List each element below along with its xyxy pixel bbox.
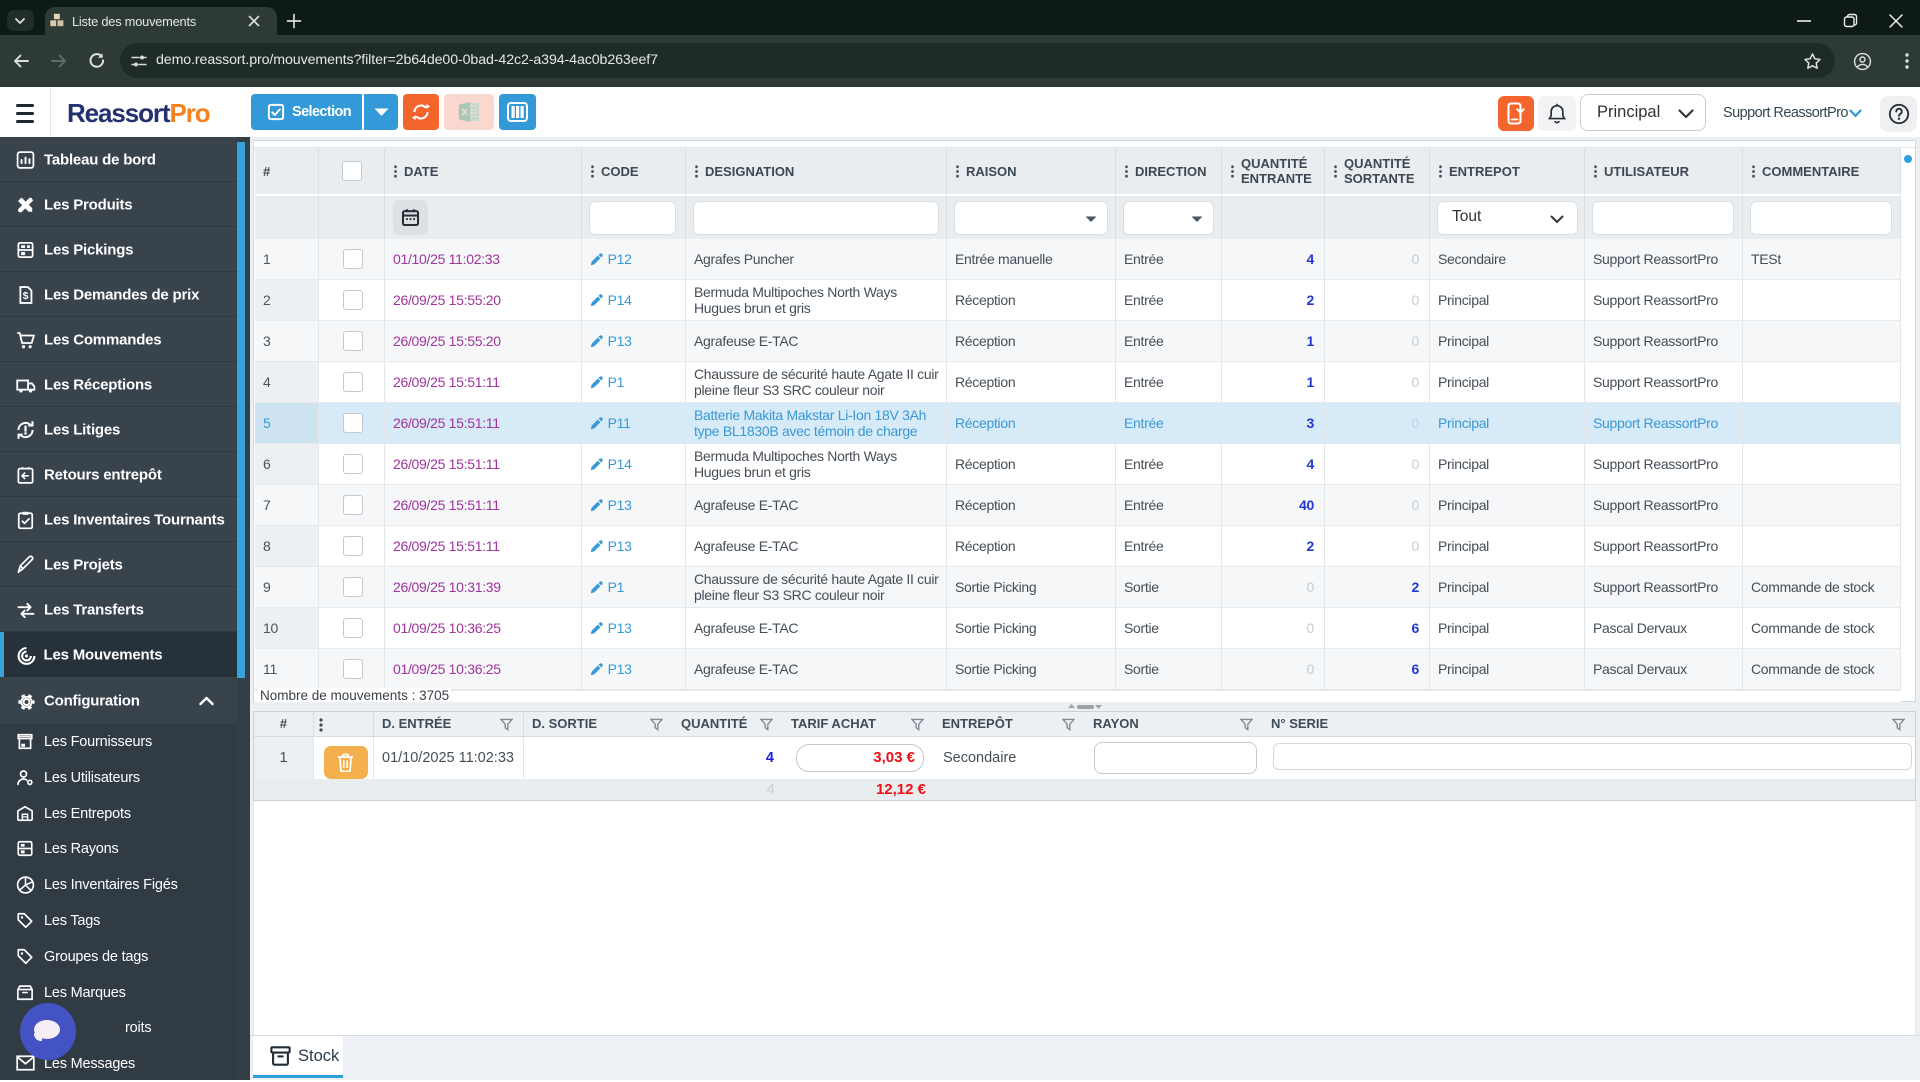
svg-text:$: $ bbox=[23, 290, 29, 301]
